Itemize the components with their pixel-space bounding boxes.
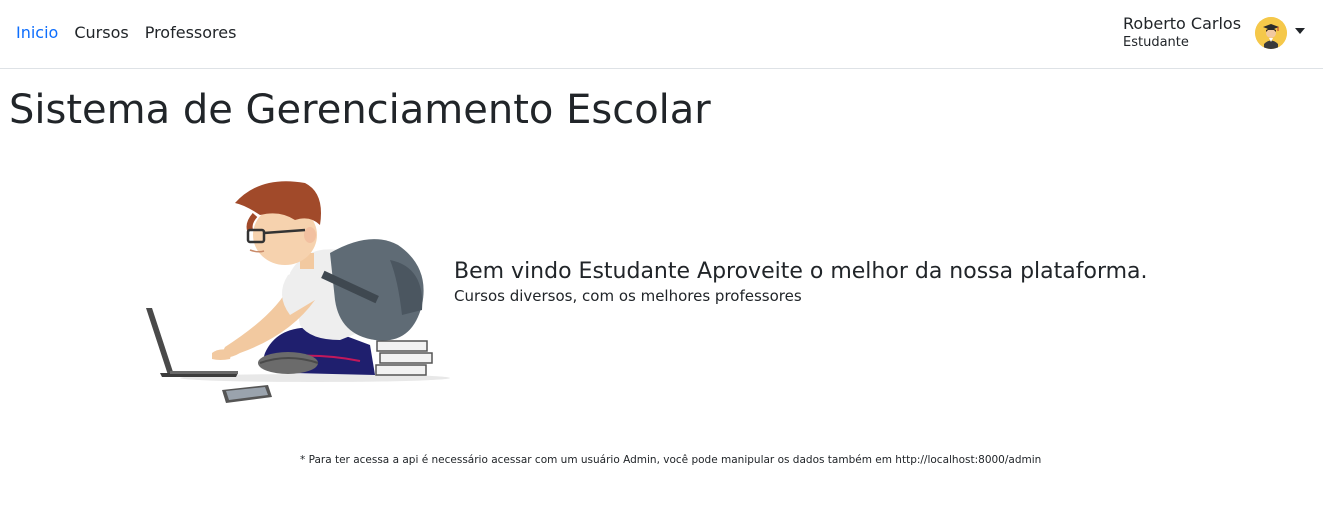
user-menu-caret-icon[interactable] [1295,28,1305,34]
hero-heading: Bem vindo Estudante Aproveite o melhor d… [454,259,1148,284]
student-graduate-avatar-icon[interactable] [1255,17,1287,49]
student-with-laptop-illustration [140,175,450,410]
hero-subheading: Cursos diversos, com os melhores profess… [454,287,802,305]
nav-link-cursos[interactable]: Cursos [74,23,128,43]
nav-link-inicio[interactable]: Inicio [16,23,58,43]
nav-links: Inicio Cursos Professores [16,23,252,43]
user-name: Roberto Carlos [1123,14,1242,33]
footer-note: * Para ter acessa a api é necessário ace… [300,454,1042,466]
top-navbar: Inicio Cursos Professores Roberto Carlos… [0,0,1323,69]
user-role: Estudante [1123,35,1189,50]
nav-link-professores[interactable]: Professores [145,23,237,43]
hero-text: Bem vindo Estudante Aproveite o melhor d… [454,257,1148,305]
page-title: Sistema de Gerenciamento Escolar [9,87,711,133]
user-info: Roberto Carlos Estudante [1123,14,1242,52]
